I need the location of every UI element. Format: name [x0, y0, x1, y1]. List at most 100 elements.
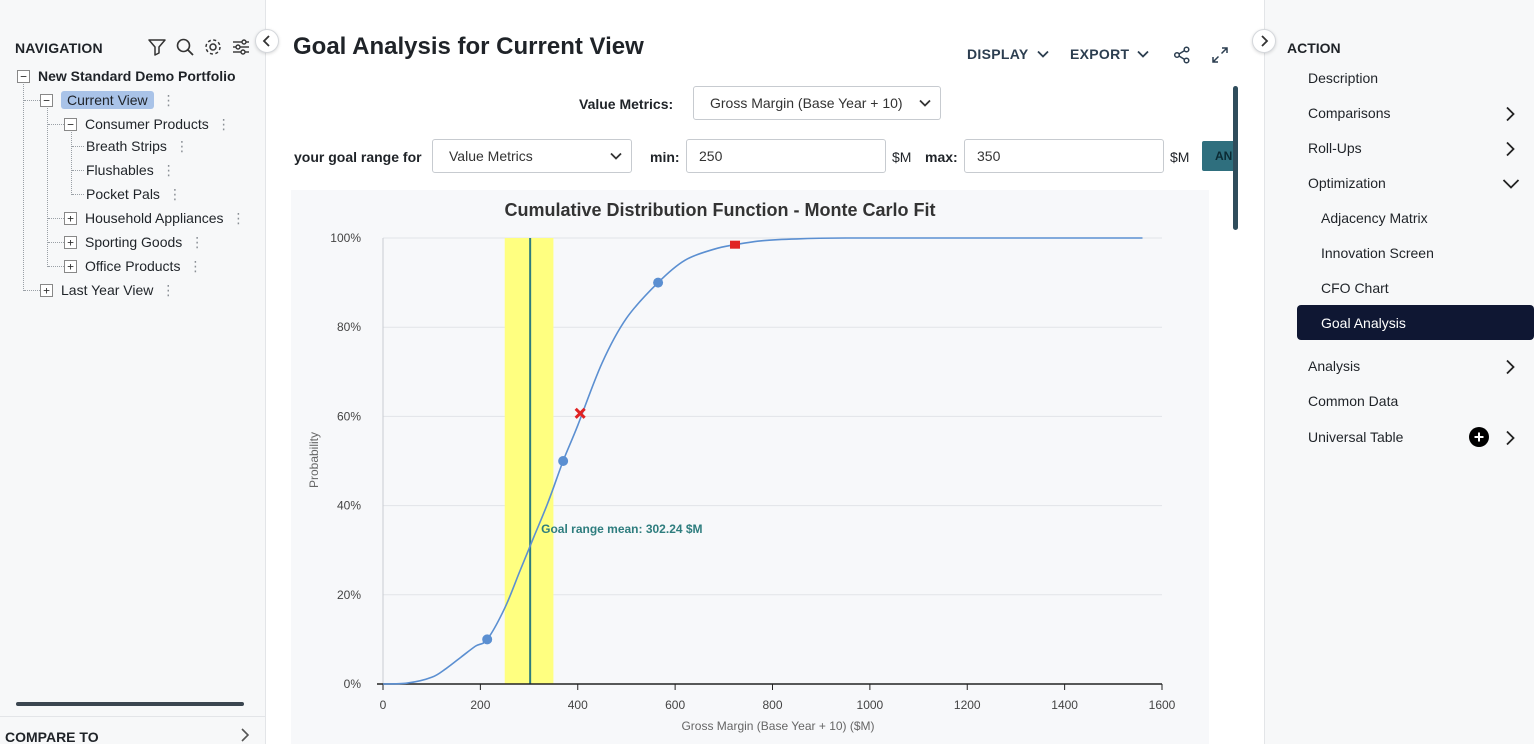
- compare-to-label: COMPARE TO: [5, 729, 99, 744]
- x-tick-label: 600: [665, 698, 685, 712]
- action-item-adjacency-matrix[interactable]: Adjacency Matrix: [1321, 201, 1534, 235]
- y-tick-label: 40%: [337, 499, 361, 513]
- chevron-down-icon: [1137, 50, 1150, 58]
- tree-item-household-appliances[interactable]: + Household Appliances ⋮: [64, 207, 246, 229]
- goal-range-select[interactable]: Value Metrics: [432, 139, 632, 173]
- expand-icon[interactable]: [1209, 44, 1231, 66]
- share-icon[interactable]: [1171, 44, 1193, 66]
- min-input[interactable]: 250: [686, 139, 886, 173]
- action-item-innovation-screen[interactable]: Innovation Screen: [1321, 236, 1534, 270]
- action-item-label: Analysis: [1308, 358, 1361, 374]
- expand-toggle[interactable]: +: [40, 283, 53, 297]
- more-options-icon[interactable]: ⋮: [162, 92, 176, 109]
- more-options-icon[interactable]: ⋮: [175, 138, 189, 155]
- goal-range-label: your goal range for: [294, 149, 422, 165]
- display-menu-button[interactable]: DISPLAY: [967, 46, 1049, 62]
- tree-item-flushables[interactable]: Flushables ⋮: [86, 159, 176, 181]
- tree-item-current-view[interactable]: − Current View ⋮: [40, 89, 176, 111]
- gear-icon[interactable]: [202, 36, 224, 58]
- more-options-icon[interactable]: ⋮: [188, 258, 202, 275]
- x-tick-label: 1400: [1051, 698, 1078, 712]
- tree-item-office-products[interactable]: + Office Products ⋮: [64, 255, 202, 277]
- tree-connector: [72, 194, 84, 195]
- page-title: Goal Analysis for Current View: [293, 33, 644, 60]
- horizontal-scrollbar[interactable]: [16, 702, 244, 706]
- min-unit: $M: [892, 149, 912, 165]
- action-item-goal-analysis[interactable]: Goal Analysis: [1297, 305, 1534, 340]
- filter-icon[interactable]: [146, 36, 168, 58]
- square-marker: [730, 240, 741, 249]
- chevron-left-icon: [262, 35, 270, 47]
- goal-range-band: [504, 238, 554, 684]
- more-options-icon[interactable]: ⋮: [162, 162, 176, 179]
- tree-item-label[interactable]: Flushables: [86, 162, 154, 178]
- compare-to-bar[interactable]: COMPARE TO: [0, 716, 266, 744]
- chevron-right-icon: [1506, 359, 1515, 375]
- expand-toggle[interactable]: +: [64, 211, 77, 225]
- search-icon[interactable]: [174, 36, 196, 58]
- y-tick-label: 60%: [337, 409, 361, 423]
- action-item-common-data[interactable]: Common Data: [1308, 384, 1534, 418]
- export-menu-button[interactable]: EXPORT: [1070, 46, 1150, 62]
- value-metrics-select[interactable]: Gross Margin (Base Year + 10): [693, 86, 941, 120]
- action-item-description[interactable]: Description: [1308, 61, 1534, 95]
- x-tick-label: 1200: [954, 698, 981, 712]
- tree-connector: [48, 242, 64, 243]
- tree-item-label[interactable]: Office Products: [85, 258, 180, 274]
- tree-item-root[interactable]: − New Standard Demo Portfolio: [17, 65, 236, 87]
- collapse-toggle[interactable]: −: [64, 117, 77, 131]
- action-item-label: Adjacency Matrix: [1321, 210, 1428, 226]
- collapse-right-panel-button[interactable]: [1252, 29, 1276, 53]
- tree-item-label[interactable]: Sporting Goods: [85, 234, 182, 250]
- expand-toggle[interactable]: +: [64, 259, 77, 273]
- value-metrics-selected: Gross Margin (Base Year + 10): [710, 95, 903, 111]
- tree-connector: [72, 146, 84, 147]
- action-item-analysis[interactable]: Analysis: [1308, 349, 1534, 383]
- more-options-icon[interactable]: ⋮: [232, 210, 246, 227]
- action-item-label: CFO Chart: [1321, 280, 1389, 296]
- tree-item-label[interactable]: New Standard Demo Portfolio: [38, 68, 236, 84]
- action-item-rollups[interactable]: Roll-Ups: [1308, 131, 1534, 165]
- tree-item-consumer-products[interactable]: − Consumer Products ⋮: [64, 113, 231, 135]
- add-circle-icon[interactable]: [1469, 427, 1489, 447]
- tree-item-label[interactable]: Current View: [61, 91, 154, 109]
- tree-item-label[interactable]: Last Year View: [61, 282, 153, 298]
- chevron-right-icon[interactable]: [238, 727, 252, 744]
- action-item-label: Goal Analysis: [1321, 314, 1406, 331]
- tree-item-sporting-goods[interactable]: + Sporting Goods ⋮: [64, 231, 204, 253]
- navigation-panel: NAVIGATION − New Standard Demo Portfolio…: [0, 0, 266, 744]
- tree-item-label[interactable]: Household Appliances: [85, 210, 224, 226]
- action-item-comparisons[interactable]: Comparisons: [1308, 96, 1534, 130]
- action-item-optimization[interactable]: Optimization: [1308, 166, 1534, 200]
- tree-item-label[interactable]: Breath Strips: [86, 138, 167, 154]
- tree-connector: [24, 100, 40, 101]
- collapse-toggle[interactable]: −: [40, 93, 53, 107]
- tree-item-pocket-pals[interactable]: Pocket Pals ⋮: [86, 183, 182, 205]
- collapse-left-panel-button[interactable]: [255, 29, 279, 53]
- action-item-cfo-chart[interactable]: CFO Chart: [1321, 271, 1534, 305]
- collapse-toggle[interactable]: −: [17, 69, 30, 83]
- action-item-universal-table[interactable]: Universal Table: [1308, 420, 1534, 454]
- navigation-title: NAVIGATION: [15, 40, 103, 56]
- x-tick-label: 400: [568, 698, 588, 712]
- tree-item-last-year-view[interactable]: + Last Year View ⋮: [40, 279, 175, 301]
- y-tick-label: 100%: [330, 231, 361, 245]
- y-tick-label: 0%: [344, 677, 362, 691]
- expand-toggle[interactable]: +: [64, 235, 77, 249]
- percentile-point: [482, 634, 493, 645]
- min-label: min:: [650, 149, 680, 165]
- tree-item-label[interactable]: Consumer Products: [85, 116, 209, 132]
- more-options-icon[interactable]: ⋮: [161, 282, 175, 299]
- max-input[interactable]: 350: [964, 139, 1164, 173]
- analyze-button[interactable]: AN: [1202, 141, 1234, 171]
- tree-item-label[interactable]: Pocket Pals: [86, 186, 160, 202]
- sliders-icon[interactable]: [230, 36, 252, 58]
- vertical-scrollbar[interactable]: [1233, 86, 1238, 230]
- more-options-icon[interactable]: ⋮: [190, 234, 204, 251]
- more-options-icon[interactable]: ⋮: [168, 186, 182, 203]
- more-options-icon[interactable]: ⋮: [217, 116, 231, 133]
- tree-item-breath-strips[interactable]: Breath Strips ⋮: [86, 135, 189, 157]
- export-label: EXPORT: [1070, 46, 1130, 62]
- tree-connector: [72, 170, 84, 171]
- chevron-down-icon: [919, 99, 931, 107]
